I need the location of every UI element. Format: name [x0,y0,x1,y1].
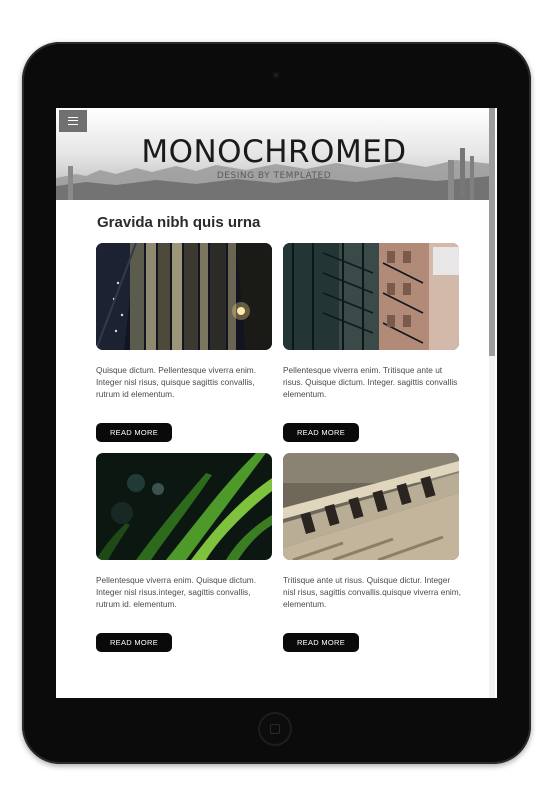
home-square-icon [270,724,280,734]
read-more-button[interactable]: READ MORE [96,633,172,652]
hamburger-menu-icon [68,117,78,125]
article-image[interactable] [283,453,459,560]
article-card: Tritisque ante ut risus. Quisque dictur.… [283,453,461,652]
section-title: Gravida nibh quis urna [97,214,261,231]
article-image[interactable] [96,453,272,560]
article-card: Pellentesque viverra enim. Tritisque ant… [283,243,459,442]
read-more-button[interactable]: READ MORE [283,633,359,652]
article-image[interactable] [283,243,459,350]
grass-image [96,453,272,560]
railway-tracks-image [283,453,459,560]
article-excerpt: Pellentesque viverra enim. Tritisque ant… [283,365,458,399]
article-card: Quisque dictum. Pellentesque viverra eni… [96,243,272,442]
front-camera [272,71,280,79]
menu-button[interactable] [59,110,87,132]
fire-escape-image [283,243,459,350]
read-more-button[interactable]: READ MORE [283,423,359,442]
article-card: Pellentesque viverra enim. Quisque dictu… [96,453,272,652]
browser-screen: MONOCHROMED DESING BY TEMPLATED Gravida … [56,108,497,698]
article-image[interactable] [96,243,272,350]
site-subtitle: DESING BY TEMPLATED [216,171,332,181]
site-title: MONOCHROMED [141,134,407,170]
article-excerpt: Quisque dictum. Pellentesque viverra eni… [96,365,257,399]
night-building-image [96,243,272,350]
article-excerpt: Pellentesque viverra enim. Quisque dictu… [96,575,257,609]
header-banner: MONOCHROMED DESING BY TEMPLATED [56,108,492,200]
article-excerpt: Tritisque ante ut risus. Quisque dictur.… [283,575,461,609]
scrollbar-thumb[interactable] [489,108,495,356]
read-more-button[interactable]: READ MORE [96,423,172,442]
